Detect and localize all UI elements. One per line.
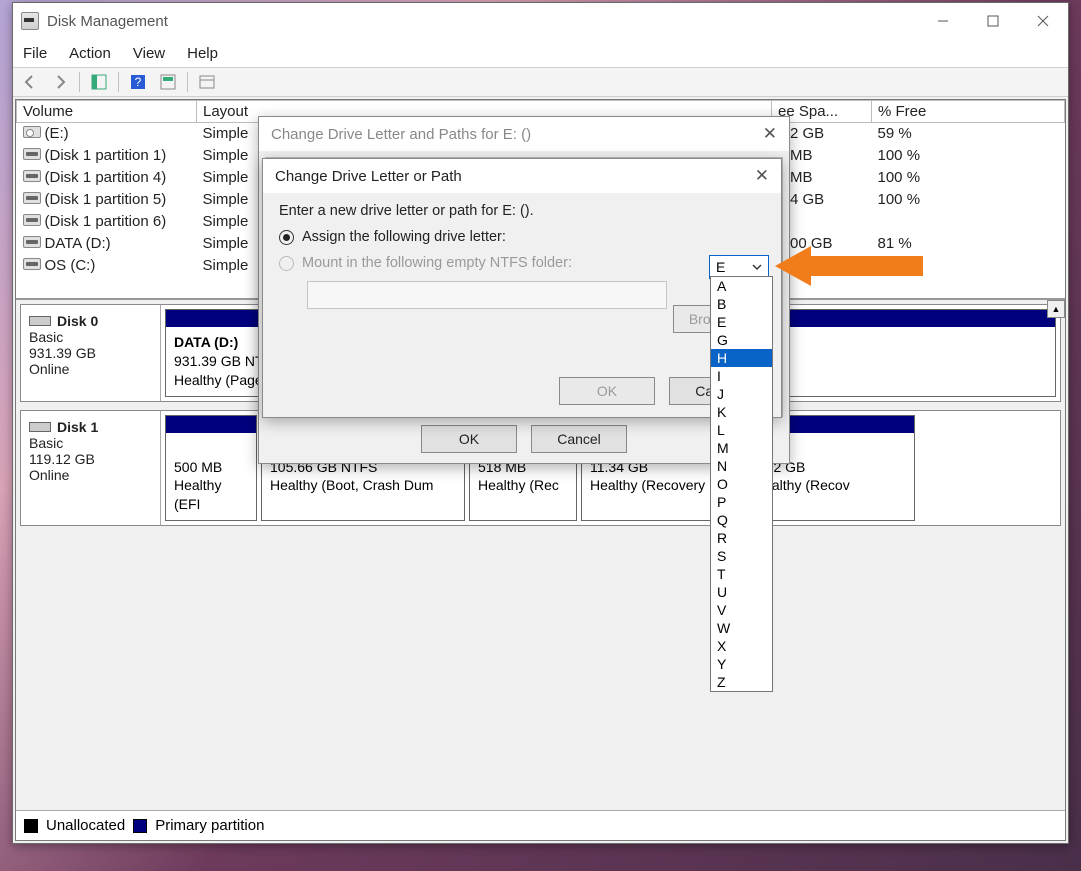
- volume-icon: [23, 192, 41, 204]
- toolbar: ?: [13, 67, 1068, 97]
- dropdown-item[interactable]: O: [711, 475, 772, 493]
- dropdown-item[interactable]: X: [711, 637, 772, 655]
- volume-icon: [23, 148, 41, 160]
- scroll-up-button[interactable]: ▲: [1047, 300, 1065, 318]
- svg-text:?: ?: [135, 75, 142, 89]
- maximize-button[interactable]: [968, 3, 1018, 39]
- dropdown-item[interactable]: P: [711, 493, 772, 511]
- dialog-prompt: Enter a new drive letter or path for E: …: [279, 203, 765, 219]
- ntfs-folder-input: [307, 281, 667, 309]
- col-volume[interactable]: Volume: [17, 101, 197, 123]
- volume-icon: [23, 236, 41, 248]
- disk-icon: [29, 316, 51, 326]
- dropdown-item[interactable]: N: [711, 457, 772, 475]
- ok-button[interactable]: OK: [421, 425, 517, 453]
- dropdown-item[interactable]: W: [711, 619, 772, 637]
- legend-primary: Primary partition: [155, 817, 264, 834]
- dialog2-title: Change Drive Letter or Path ✕: [263, 159, 781, 193]
- drive-letter-dropdown[interactable]: ABEGHIJKLMNOPQRSTUVWXYZ: [710, 276, 773, 692]
- dropdown-item[interactable]: Z: [711, 673, 772, 691]
- legend: Unallocated Primary partition: [16, 810, 1065, 840]
- cancel-button[interactable]: Cancel: [531, 425, 627, 453]
- app-icon: [21, 12, 39, 30]
- partition[interactable]: 500 MBHealthy (EFI: [165, 415, 257, 522]
- close-icon[interactable]: ✕: [763, 124, 777, 144]
- forward-button[interactable]: [47, 70, 73, 94]
- radio-mount-folder[interactable]: Mount in the following empty NTFS folder…: [279, 255, 765, 271]
- dropdown-item[interactable]: H: [711, 349, 772, 367]
- radio-assign-letter[interactable]: Assign the following drive letter:: [279, 229, 765, 245]
- dropdown-item[interactable]: M: [711, 439, 772, 457]
- show-hide-tree-button[interactable]: [86, 70, 112, 94]
- minimize-button[interactable]: [918, 3, 968, 39]
- dropdown-item[interactable]: G: [711, 331, 772, 349]
- close-button[interactable]: [1018, 3, 1068, 39]
- menu-bar: File Action View Help: [13, 39, 1068, 67]
- dropdown-item[interactable]: I: [711, 367, 772, 385]
- dropdown-item[interactable]: U: [711, 583, 772, 601]
- close-icon[interactable]: ✕: [755, 166, 769, 186]
- annotation-arrow: [775, 244, 925, 288]
- disk-header: Disk 0Basic931.39 GBOnline: [21, 305, 161, 401]
- help-icon[interactable]: ?: [125, 70, 151, 94]
- refresh-icon[interactable]: [155, 70, 181, 94]
- back-button[interactable]: [17, 70, 43, 94]
- dropdown-item[interactable]: A: [711, 277, 772, 295]
- dropdown-item[interactable]: S: [711, 547, 772, 565]
- col-pct[interactable]: % Free: [872, 101, 1065, 123]
- dropdown-item[interactable]: L: [711, 421, 772, 439]
- volume-icon: [23, 214, 41, 226]
- legend-primary-icon: [133, 819, 147, 833]
- dropdown-item[interactable]: B: [711, 295, 772, 313]
- window-title: Disk Management: [47, 13, 168, 30]
- chevron-down-icon: [752, 259, 762, 275]
- title-bar: Disk Management: [13, 3, 1068, 39]
- menu-view[interactable]: View: [133, 45, 165, 62]
- disk-header: Disk 1Basic119.12 GBOnline: [21, 411, 161, 526]
- menu-file[interactable]: File: [23, 45, 47, 62]
- volume-icon: [23, 126, 41, 138]
- disk-icon: [29, 422, 51, 432]
- dropdown-item[interactable]: E: [711, 313, 772, 331]
- menu-help[interactable]: Help: [187, 45, 218, 62]
- dropdown-item[interactable]: V: [711, 601, 772, 619]
- volume-icon: [23, 170, 41, 182]
- settings-icon[interactable]: [194, 70, 220, 94]
- dropdown-item[interactable]: Y: [711, 655, 772, 673]
- dialog-title: Change Drive Letter and Paths for E: () …: [259, 117, 789, 151]
- legend-unallocated: Unallocated: [46, 817, 125, 834]
- legend-unallocated-icon: [24, 819, 38, 833]
- dropdown-item[interactable]: K: [711, 403, 772, 421]
- ok-button[interactable]: OK: [559, 377, 655, 405]
- volume-icon: [23, 258, 41, 270]
- dropdown-item[interactable]: R: [711, 529, 772, 547]
- menu-action[interactable]: Action: [69, 45, 111, 62]
- dropdown-item[interactable]: T: [711, 565, 772, 583]
- dropdown-item[interactable]: J: [711, 385, 772, 403]
- dialog-change-letter: Change Drive Letter or Path ✕ Enter a ne…: [262, 158, 782, 418]
- dropdown-item[interactable]: Q: [711, 511, 772, 529]
